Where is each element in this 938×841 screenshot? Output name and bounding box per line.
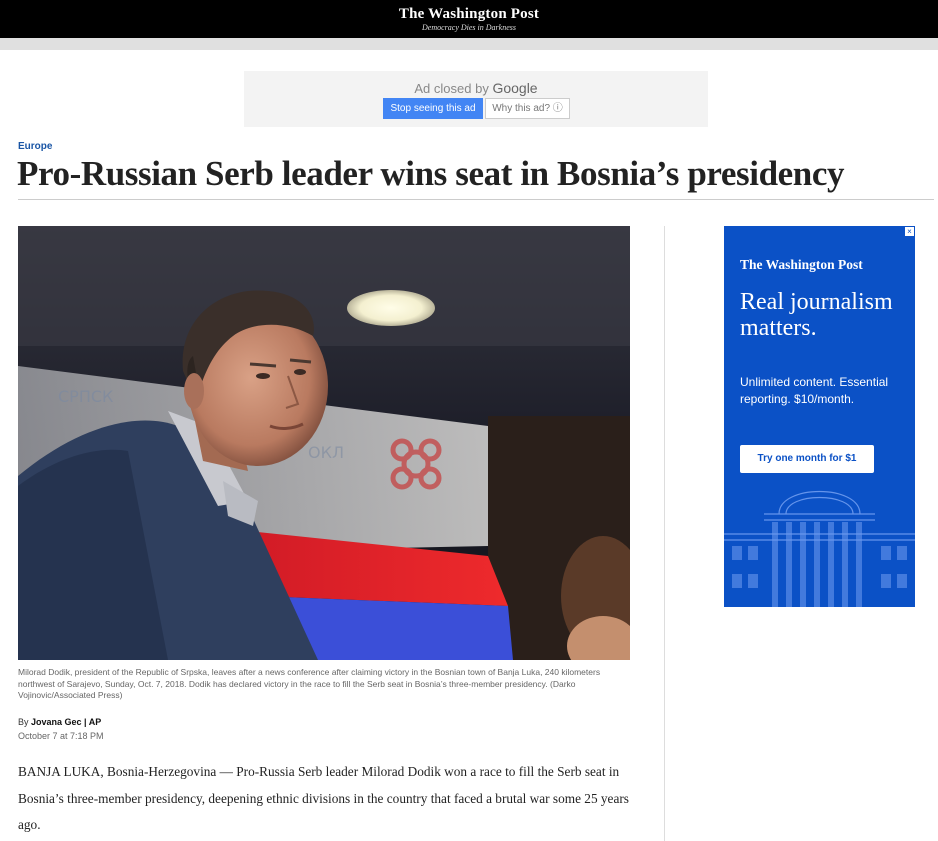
svg-text:СРПСК: СРПСК	[58, 387, 114, 406]
ad-headline: Real journalism matters.	[740, 289, 893, 341]
header-divider	[0, 38, 938, 50]
subscription-ad[interactable]: × The Washington Post Real journalism ma…	[724, 226, 915, 607]
byline-prefix: By	[18, 717, 29, 727]
site-tagline: Democracy Dies in Darkness	[422, 23, 516, 32]
google-label: Google	[492, 80, 538, 96]
ad-closed-text: Ad closed by	[414, 81, 489, 96]
author-link[interactable]: Jovana Gec | AP	[31, 717, 101, 727]
article-paragraph: BANJA LUKA, Bosnia-Herzegovina — Pro-Rus…	[18, 764, 629, 832]
info-icon: ⓘ	[552, 103, 563, 114]
why-this-ad-button[interactable]: Why this ad? ⓘ	[485, 98, 570, 119]
ad-close-icon[interactable]: ×	[905, 227, 914, 236]
closed-ad-slot: Ad closed by Google Stop seeing this ad …	[244, 71, 708, 127]
why-this-ad-label: Why this ad?	[492, 103, 551, 114]
headline-divider	[18, 199, 934, 200]
rail-divider	[664, 226, 665, 841]
photo-caption: Milorad Dodik, president of the Republic…	[18, 667, 601, 700]
photo-illustration: СРПСК ОКЛ	[18, 226, 630, 660]
site-header: The Washington Post Democracy Dies in Da…	[0, 0, 938, 38]
svg-text:ОКЛ: ОКЛ	[308, 443, 344, 462]
article-photo[interactable]: СРПСК ОКЛ	[18, 226, 630, 660]
ad-logo: The Washington Post	[740, 257, 863, 272]
publish-date: October 7 at 7:18 PM	[18, 731, 104, 741]
section-link[interactable]: Europe	[18, 141, 52, 152]
white-house-illustration	[724, 490, 915, 607]
ad-closed-message: Ad closed by Google	[244, 80, 708, 96]
stop-seeing-ad-button[interactable]: Stop seeing this ad	[383, 98, 483, 119]
try-one-month-button[interactable]: Try one month for $1	[740, 445, 874, 473]
byline: By Jovana Gec | AP	[18, 717, 101, 727]
ad-subtext: Unlimited content. Essential reporting. …	[740, 375, 889, 406]
article-headline: Pro-Russian Serb leader wins seat in Bos…	[17, 154, 845, 193]
site-logo[interactable]: The Washington Post	[0, 6, 938, 23]
